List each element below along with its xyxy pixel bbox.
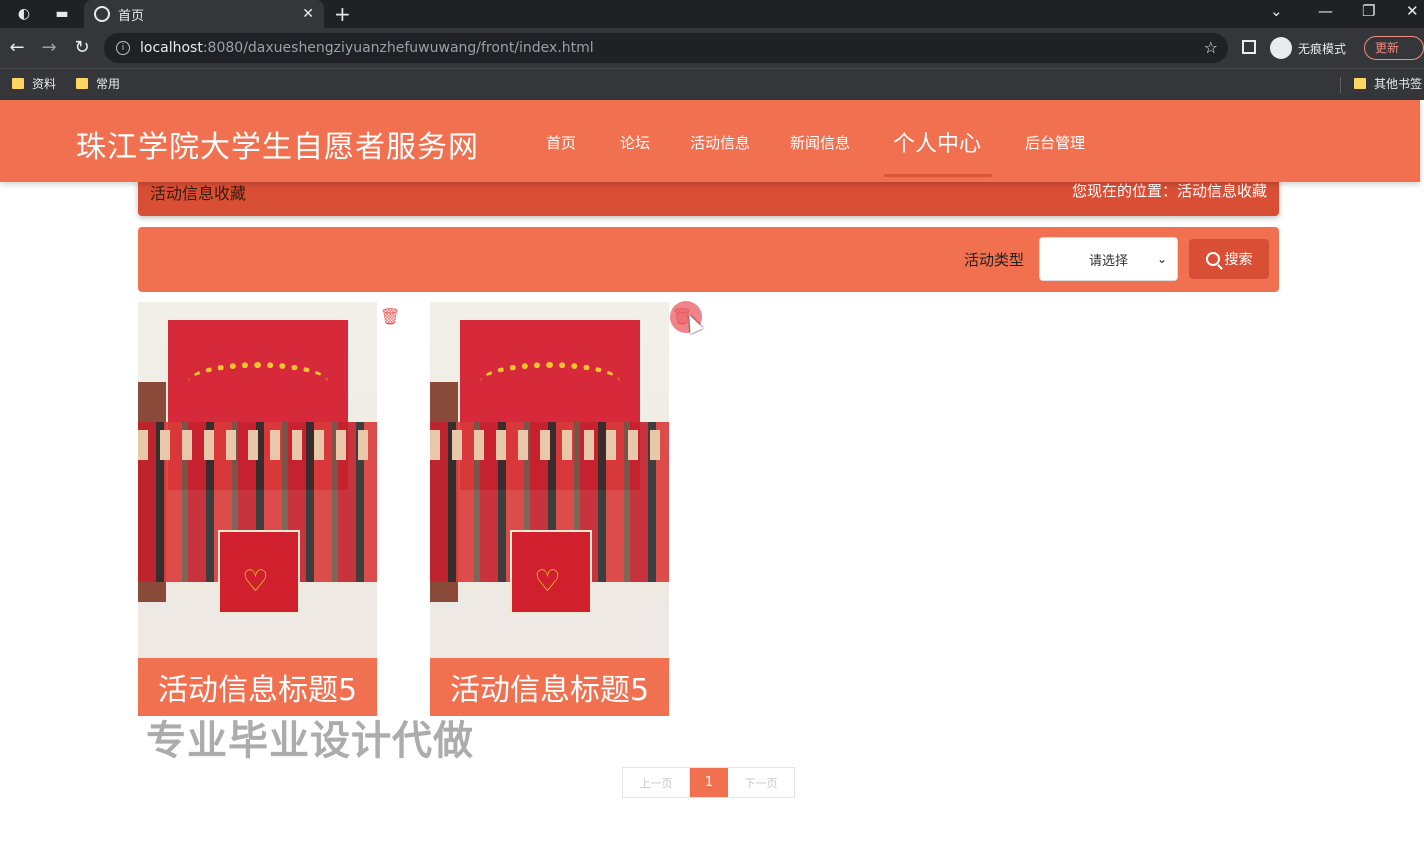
tab-search-icon[interactable]: ▬ [52, 4, 72, 24]
current-page[interactable]: 1 [690, 768, 728, 797]
next-page-button[interactable]: 下一页 [728, 768, 794, 797]
close-tab-icon[interactable]: ✕ [302, 6, 314, 22]
page-title: 活动信息收藏 [150, 184, 247, 203]
activity-photo[interactable]: ♡ [430, 302, 669, 658]
update-button[interactable]: 更新 [1364, 36, 1424, 60]
url-host: localhost [140, 40, 203, 56]
prev-page-button[interactable]: 上一页 [623, 768, 690, 797]
other-bookmarks[interactable]: 其他书签 [1354, 75, 1422, 92]
site-header: 珠江学院大学生自愿者服务网 首页 论坛 活动信息 新闻信息 个人中心 后台管理 [0, 100, 1420, 182]
active-nav-indicator [884, 174, 992, 177]
bookmark-label: 常用 [96, 77, 121, 91]
activity-type-select[interactable]: 请选择 ⌄ [1039, 237, 1178, 281]
minimize-icon[interactable]: — [1318, 2, 1333, 20]
nav-news[interactable]: 新闻信息 [790, 132, 850, 153]
watermark: 专业毕业设计代做 [146, 718, 474, 764]
search-icon [1205, 252, 1220, 266]
bookmark-star-icon[interactable]: ☆ [1204, 38, 1218, 57]
nav-home[interactable]: 首页 [546, 132, 576, 153]
collection-card[interactable]: ♡ 活动信息标题5 [138, 302, 377, 716]
nav-personal-center[interactable]: 个人中心 [893, 126, 981, 158]
browser-tab-strip: ◐ ▬ 首页 ✕ + ⌄ — ❐ ✕ [0, 0, 1424, 28]
forward-icon[interactable]: → [38, 37, 60, 58]
address-bar[interactable]: i localhost :8080/daxueshengziyuanzhefuw… [104, 33, 1228, 63]
folder-icon [1354, 78, 1366, 89]
incognito-label: 无痕模式 [1298, 41, 1347, 56]
nav-forum[interactable]: 论坛 [620, 132, 650, 153]
browser-tab[interactable]: 首页 ✕ [84, 0, 324, 28]
site-info-icon[interactable]: i [116, 41, 130, 55]
select-value: 请选择 [1088, 253, 1128, 269]
bookmark-folder[interactable]: 常用 [76, 75, 120, 92]
url-path: :8080/daxueshengziyuanzhefuwuwang/front/… [202, 40, 594, 56]
search-button-label: 搜索 [1224, 252, 1253, 268]
incognito-icon [1270, 37, 1292, 59]
delete-icon[interactable]: 🗑 [380, 307, 400, 326]
activity-type-label: 活动类型 [964, 251, 1025, 269]
close-window-icon[interactable]: ✕ [1406, 2, 1419, 20]
search-bar: 活动类型 请选择 ⌄ 搜索 [138, 227, 1279, 292]
incognito-indicator[interactable]: 无痕模式 [1270, 37, 1346, 59]
site-title[interactable]: 珠江学院大学生自愿者服务网 [76, 122, 479, 166]
collection-card[interactable]: ♡ 活动信息标题5 [430, 302, 669, 716]
globe-icon [94, 6, 110, 22]
new-tab-icon[interactable]: + [334, 2, 351, 26]
bookmarks-separator [1340, 77, 1341, 93]
search-button[interactable]: 搜索 [1189, 239, 1269, 279]
bookmark-label: 资料 [32, 77, 57, 91]
pagination: 上一页 1 下一页 [622, 767, 795, 798]
nav-activities[interactable]: 活动信息 [690, 132, 750, 153]
folder-icon [76, 78, 88, 89]
bookmark-label: 其他书签 [1374, 77, 1423, 91]
chevron-down-icon: ⌄ [1156, 252, 1167, 266]
side-panel-icon[interactable] [1242, 40, 1256, 54]
folder-icon [12, 78, 24, 89]
tab-list-chevron-icon[interactable]: ⌄ [1270, 2, 1283, 20]
nav-admin[interactable]: 后台管理 [1025, 132, 1085, 153]
bookmarks-bar: 资料 常用 其他书签 [0, 68, 1424, 100]
tab-title: 首页 [118, 8, 145, 24]
activity-photo[interactable]: ♡ [138, 302, 377, 658]
browser-toolbar: ← → ↻ i localhost :8080/daxueshengziyuan… [0, 28, 1424, 68]
reload-icon[interactable]: ↻ [71, 37, 93, 58]
browser-menu-icon[interactable]: ◐ [14, 4, 34, 24]
breadcrumb: 您现在的位置：活动信息收藏 [1071, 182, 1267, 200]
back-icon[interactable]: ← [6, 37, 28, 58]
restore-icon[interactable]: ❐ [1362, 2, 1375, 20]
bookmark-folder[interactable]: 资料 [12, 75, 56, 92]
